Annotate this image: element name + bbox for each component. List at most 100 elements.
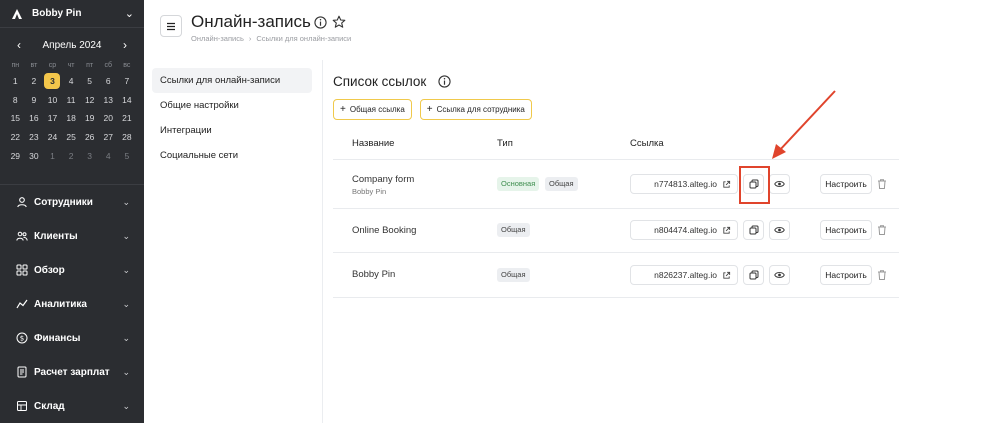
link-name: Bobby Pin [352,269,396,280]
calendar-day-number: 20 [103,113,113,124]
calendar-day-number: 25 [66,132,76,143]
breadcrumb-item[interactable]: Онлайн-запись [191,34,244,43]
settings-menu-social[interactable]: Социальные сети [152,143,312,168]
sidebar-item-analytics[interactable]: Аналитика ⌄ [0,287,144,321]
calendar-day[interactable]: 8 [6,91,25,110]
calendar-day[interactable]: 27 [99,128,118,147]
calendar-day[interactable]: 25 [62,128,81,147]
calendar-day[interactable]: 10 [43,91,62,110]
trash-icon[interactable] [876,269,888,281]
warehouse-icon [16,400,28,412]
link-url-field[interactable]: n826237.alteg.io [630,265,738,285]
calendar-day[interactable]: 5 [118,147,137,166]
calendar-day-number: 16 [29,113,39,124]
prev-month-icon[interactable]: ‹ [12,38,26,52]
preview-link-button[interactable] [769,220,790,240]
calendar-day-number: 5 [87,76,93,86]
sidebar-item-employees[interactable]: Сотрудники ⌄ [0,185,144,219]
calendar-grid: пн вт ср чт пт сб вс 1 2 3 4 5 6 7 8 9 10 11 12 13 14… [6,60,138,165]
calendar-day[interactable]: 5 [80,72,99,91]
button-label: Общая ссылка [349,105,405,114]
calendar-day[interactable]: 29 [6,147,25,166]
column-header-link: Ссылка [630,138,664,149]
calendar-day[interactable]: 4 [99,147,118,166]
menu-toggle-button[interactable] [160,15,182,37]
star-icon[interactable] [332,15,346,29]
settings-menu-links[interactable]: Ссылки для онлайн-записи [152,68,312,93]
calendar-day[interactable]: 6 [99,72,118,91]
copy-link-button[interactable] [743,265,764,285]
calendar-day[interactable]: 1 [6,72,25,91]
calendar-day[interactable]: 20 [99,109,118,128]
link-url-field[interactable]: n804474.alteg.io [630,220,738,240]
configure-button[interactable]: Настроить [820,265,872,285]
column-header-type: Тип [497,138,513,149]
calendar-day[interactable]: 3 [80,147,99,166]
calendar-day[interactable]: 19 [80,109,99,128]
copy-icon [749,270,758,280]
info-icon[interactable] [438,75,451,88]
calendar-day[interactable]: 11 [62,91,81,110]
link-url: n804474.alteg.io [654,225,717,235]
calendar-day[interactable]: 22 [6,128,25,147]
calendar-day[interactable]: 21 [118,109,137,128]
sidebar-item-warehouse[interactable]: Склад ⌄ [0,389,144,423]
calendar-day[interactable]: 7 [118,72,137,91]
table-divider [333,297,899,298]
calendar-day[interactable]: 17 [43,109,62,128]
sidebar-item-clients[interactable]: Клиенты ⌄ [0,219,144,253]
calendar-day[interactable]: 2 [25,72,44,91]
add-employee-link-button[interactable]: + Ссылка для сотрудника [419,99,532,120]
copy-link-button[interactable] [743,220,764,240]
weekday-label: пн [11,62,20,69]
sidebar-item-overview[interactable]: Обзор ⌄ [0,253,144,287]
weekday-label: вс [123,62,131,69]
preview-link-button[interactable] [769,174,790,194]
calendar-day[interactable]: 15 [6,109,25,128]
settings-menu-integrations[interactable]: Интеграции [152,118,312,143]
info-icon[interactable] [314,16,327,29]
trash-icon[interactable] [876,224,888,236]
calendar-day[interactable]: 30 [25,147,44,166]
configure-button[interactable]: Настроить [820,174,872,194]
calendar-day[interactable]: 1 [43,147,62,166]
breadcrumb-separator-icon: › [248,34,252,43]
sidebar-item-finance[interactable]: $ Финансы ⌄ [0,321,144,355]
plus-icon: + [426,104,433,115]
payroll-icon [16,366,28,378]
calendar-day[interactable]: 13 [99,91,118,110]
trash-icon[interactable] [876,178,888,190]
next-month-icon[interactable]: › [118,38,132,52]
calendar-day-number: 4 [105,150,111,161]
calendar-day[interactable]: 16 [25,109,44,128]
calendar-day-number: 4 [68,76,74,86]
calendar-day[interactable]: 14 [118,91,137,110]
sidebar-item-payroll[interactable]: Расчет зарплат ⌄ [0,355,144,389]
settings-menu-general[interactable]: Общие настройки [152,93,312,118]
calendar-day-today[interactable]: 3 [43,72,62,91]
calendar-day[interactable]: 12 [80,91,99,110]
calendar-day-number: 6 [105,76,111,86]
chevron-down-icon: ⌄ [122,264,130,275]
calendar-day[interactable]: 24 [43,128,62,147]
calendar-day[interactable]: 23 [25,128,44,147]
preview-link-button[interactable] [769,265,790,285]
calendar-day-number: 11 [66,94,76,105]
configure-button[interactable]: Настроить [820,220,872,240]
calendar-day[interactable]: 4 [62,72,81,91]
add-common-link-button[interactable]: + Общая ссылка [333,99,412,120]
link-url: n826237.alteg.io [654,270,717,280]
calendar-day-number: 12 [84,94,95,105]
grid-icon [16,264,28,276]
sidebar-item-label: Финансы [34,332,81,344]
calendar-day[interactable]: 18 [62,109,81,128]
calendar-day[interactable]: 9 [25,91,44,110]
tag-shared: Общая [497,223,530,237]
link-owner: Bobby Pin [352,187,387,196]
calendar-day[interactable]: 28 [118,128,137,147]
calendar-day[interactable]: 2 [62,147,81,166]
calendar-day[interactable]: 26 [80,128,99,147]
link-url-field[interactable]: n774813.alteg.io [630,174,738,194]
sidebar-item-label: Расчет зарплат [34,366,110,378]
company-switcher[interactable]: Bobby Pin ⌄ [0,0,144,28]
